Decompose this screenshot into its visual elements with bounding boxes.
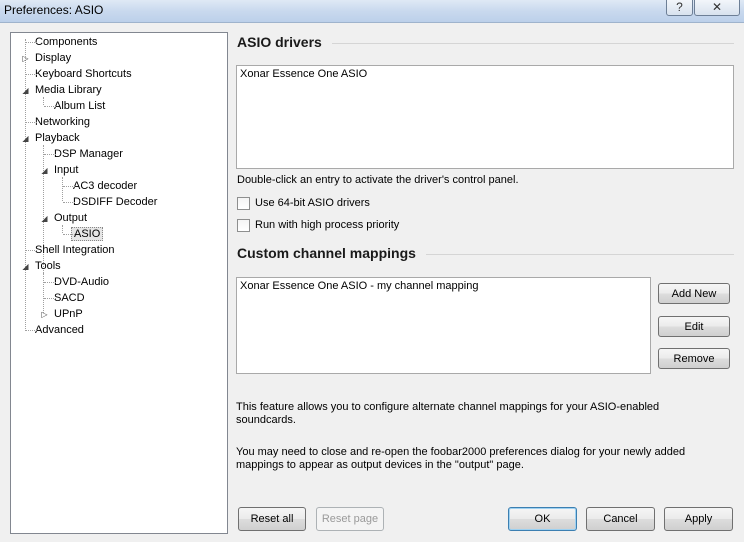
tree-connector bbox=[44, 106, 56, 107]
tree-connector bbox=[44, 154, 56, 155]
tree-item-upnp[interactable]: ▷ UPnP bbox=[36, 307, 85, 322]
tree-item-networking[interactable]: Networking bbox=[17, 115, 92, 130]
tree-item-dvd-audio[interactable]: DVD-Audio bbox=[36, 275, 111, 290]
reset-all-button[interactable]: Reset all bbox=[238, 507, 306, 531]
tree-item-label: Networking bbox=[35, 116, 91, 128]
tree-item-label: Advanced bbox=[35, 324, 84, 336]
tree-item-tools[interactable]: ◢ Tools bbox=[17, 259, 63, 274]
cancel-button[interactable]: Cancel bbox=[586, 507, 655, 531]
tree-item-label: Input bbox=[54, 164, 79, 176]
tree-item-label: Playback bbox=[35, 132, 80, 144]
tree-connector bbox=[25, 122, 37, 123]
reset-page-button[interactable]: Reset page bbox=[316, 507, 384, 531]
use-64bit-label[interactable]: Use 64-bit ASIO drivers bbox=[255, 197, 370, 209]
tree-item-label: DSP Manager bbox=[54, 148, 123, 160]
help-button[interactable]: ? bbox=[666, 0, 693, 16]
high-priority-checkbox-row[interactable]: Run with high process priority bbox=[237, 218, 399, 232]
tree-connector bbox=[44, 282, 56, 283]
asio-driver-list[interactable]: Xonar Essence One ASIO bbox=[236, 65, 734, 169]
use-64bit-checkbox-row[interactable]: Use 64-bit ASIO drivers bbox=[237, 196, 370, 210]
tree-item-label: Album List bbox=[54, 100, 106, 112]
add-new-button[interactable]: Add New bbox=[658, 283, 730, 304]
title-bar: Preferences: ASIO ? ✕ bbox=[0, 0, 744, 23]
driver-hint-text: Double-click an entry to activate the dr… bbox=[237, 174, 519, 186]
tree-item-keyboard-shortcuts[interactable]: Keyboard Shortcuts bbox=[17, 67, 134, 82]
tree-item-label: DVD-Audio bbox=[54, 276, 110, 288]
tree-connector bbox=[25, 42, 37, 43]
tree-item-dsp-manager[interactable]: DSP Manager bbox=[36, 147, 125, 162]
tree-item-output[interactable]: ◢ Output bbox=[36, 211, 89, 226]
tree-item-label: DSDIFF Decoder bbox=[73, 196, 158, 208]
tree-item-label: Components bbox=[35, 36, 98, 48]
asio-driver-entry[interactable]: Xonar Essence One ASIO bbox=[240, 68, 367, 80]
tree-item-label: Output bbox=[54, 212, 88, 224]
custom-mappings-heading: Custom channel mappings bbox=[237, 245, 416, 261]
tree-connector bbox=[63, 202, 75, 203]
tree-item-label: Media Library bbox=[35, 84, 102, 96]
collapse-icon[interactable]: ◢ bbox=[21, 262, 30, 271]
apply-button[interactable]: Apply bbox=[664, 507, 733, 531]
high-priority-label[interactable]: Run with high process priority bbox=[255, 219, 399, 231]
tree-item-dsdiff-decoder[interactable]: DSDIFF Decoder bbox=[55, 195, 159, 210]
tree-item-shell-integration[interactable]: Shell Integration bbox=[17, 243, 117, 258]
collapse-icon[interactable]: ◢ bbox=[21, 134, 30, 143]
collapse-icon[interactable]: ◢ bbox=[21, 86, 30, 95]
tree-connector bbox=[63, 234, 75, 235]
tree-connector bbox=[44, 298, 56, 299]
tree-connector bbox=[25, 330, 37, 331]
window-title: Preferences: ASIO bbox=[4, 3, 104, 17]
tree-item-label: UPnP bbox=[54, 308, 83, 320]
tree-item-label: Shell Integration bbox=[35, 244, 115, 256]
expand-icon[interactable]: ▷ bbox=[21, 54, 30, 63]
info-text-reopen: You may need to close and re-open the fo… bbox=[236, 446, 686, 471]
tree-item-asio[interactable]: ASIO bbox=[55, 227, 104, 242]
help-icon: ? bbox=[676, 0, 683, 14]
tree-item-label: Tools bbox=[35, 260, 61, 272]
asio-drivers-heading: ASIO drivers bbox=[237, 34, 322, 50]
edit-button[interactable]: Edit bbox=[658, 316, 730, 337]
tree-item-components[interactable]: Components bbox=[17, 35, 99, 50]
section-divider bbox=[332, 43, 734, 44]
tree-item-input[interactable]: ◢ Input bbox=[36, 163, 80, 178]
preferences-tree[interactable]: Components ▷ Display Keyboard Shortcuts … bbox=[10, 32, 228, 534]
tree-connector bbox=[25, 250, 37, 251]
expand-icon[interactable]: ▷ bbox=[40, 310, 49, 319]
collapse-icon[interactable]: ◢ bbox=[40, 166, 49, 175]
close-icon: ✕ bbox=[711, 0, 723, 14]
remove-button[interactable]: Remove bbox=[658, 348, 730, 369]
info-text-feature: This feature allows you to configure alt… bbox=[236, 401, 660, 426]
tree-connector bbox=[63, 186, 75, 187]
channel-mapping-list[interactable]: Xonar Essence One ASIO - my channel mapp… bbox=[236, 277, 651, 374]
tree-item-album-list[interactable]: Album List bbox=[36, 99, 107, 114]
tree-item-label: AC3 decoder bbox=[73, 180, 138, 192]
channel-mapping-entry[interactable]: Xonar Essence One ASIO - my channel mapp… bbox=[240, 280, 478, 292]
tree-item-ac3-decoder[interactable]: AC3 decoder bbox=[55, 179, 139, 194]
collapse-icon[interactable]: ◢ bbox=[40, 214, 49, 223]
use-64bit-checkbox[interactable] bbox=[237, 196, 250, 210]
tree-item-sacd[interactable]: SACD bbox=[36, 291, 87, 306]
tree-item-label: ASIO bbox=[71, 227, 104, 241]
tree-item-label: SACD bbox=[54, 292, 85, 304]
tree-item-advanced[interactable]: Advanced bbox=[17, 323, 86, 338]
tree-item-label: Keyboard Shortcuts bbox=[35, 68, 132, 80]
tree-item-display[interactable]: ▷ Display bbox=[17, 51, 73, 66]
high-priority-checkbox[interactable] bbox=[237, 218, 250, 232]
tree-connector bbox=[25, 74, 37, 75]
tree-item-media-library[interactable]: ◢ Media Library bbox=[17, 83, 104, 98]
section-divider bbox=[426, 254, 734, 255]
ok-button[interactable]: OK bbox=[508, 507, 577, 531]
close-button[interactable]: ✕ bbox=[694, 0, 740, 16]
tree-item-label: Display bbox=[35, 52, 72, 64]
tree-item-playback[interactable]: ◢ Playback bbox=[17, 131, 82, 146]
